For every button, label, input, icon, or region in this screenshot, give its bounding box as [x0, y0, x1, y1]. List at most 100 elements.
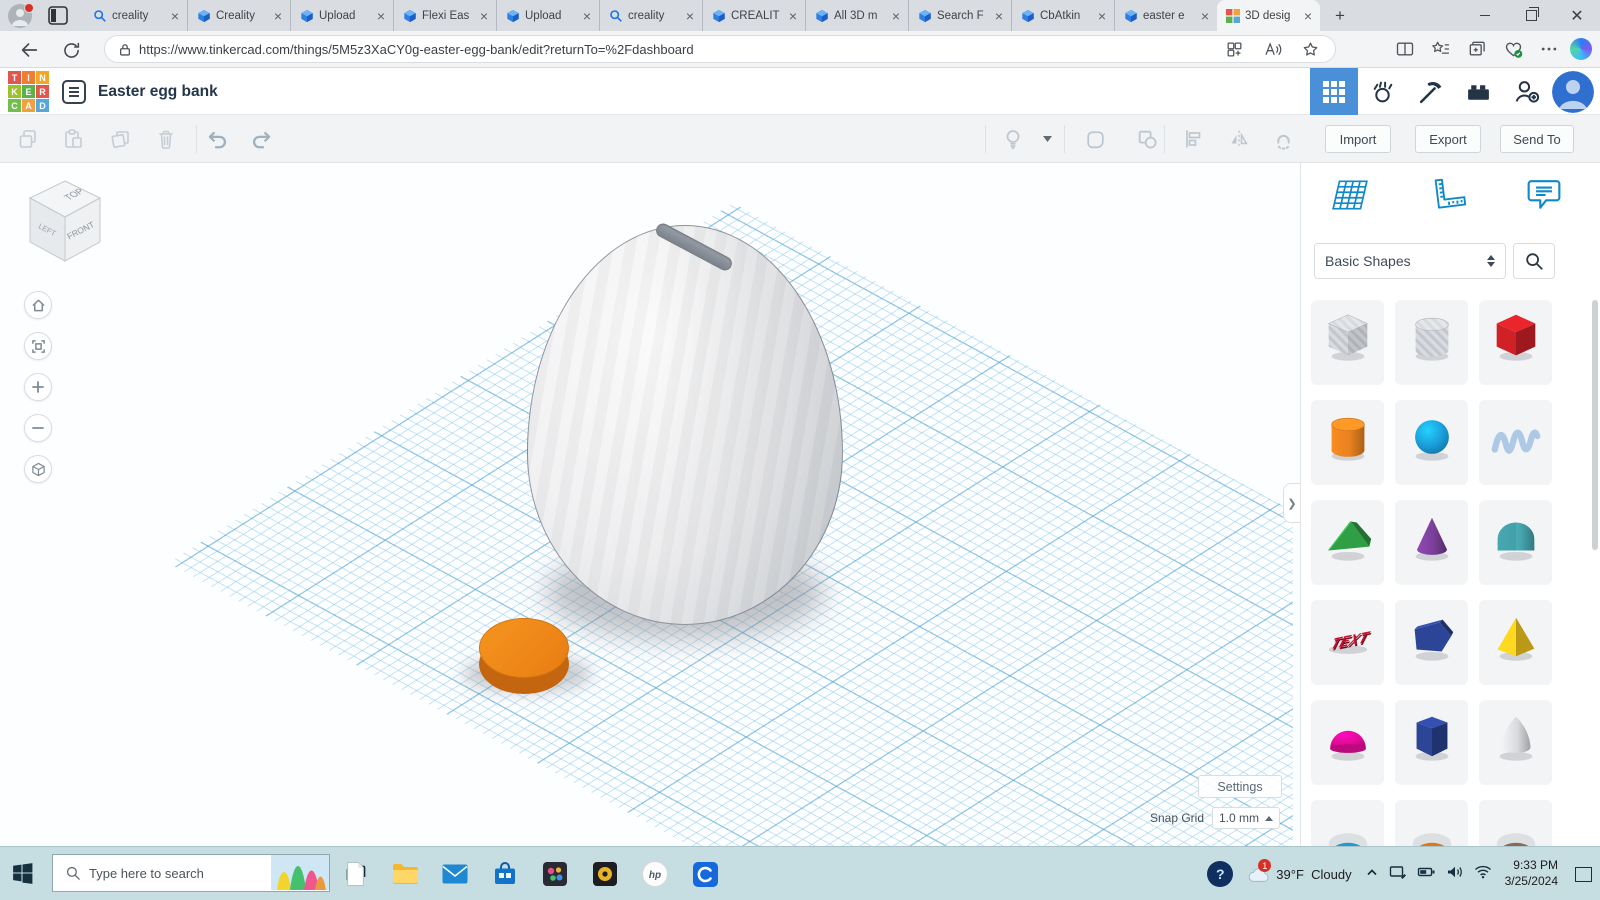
tab-close-icon[interactable]: ×: [580, 8, 594, 24]
ungroup-icon[interactable]: [1134, 126, 1160, 152]
shape-tile-hexagonal-prism[interactable]: [1395, 700, 1468, 785]
sim-lab-icon[interactable]: [1358, 68, 1406, 115]
shape-category-select[interactable]: Basic Shapes: [1314, 243, 1506, 279]
paste-icon[interactable]: [60, 126, 86, 152]
undo-icon[interactable]: [204, 126, 230, 152]
lock-icon[interactable]: [117, 41, 133, 58]
copy-icon[interactable]: [15, 126, 41, 152]
shape-tile-polygon[interactable]: [1395, 600, 1468, 685]
action-center-icon[interactable]: [1575, 867, 1592, 882]
taskbar-app-store[interactable]: [490, 857, 520, 891]
viewport-3d[interactable]: TOP LEFT FRONT ❯ Settings Snap Grid 1.0 …: [0, 163, 1300, 846]
settings-more-icon[interactable]: [1534, 35, 1564, 63]
settings-button[interactable]: Settings: [1198, 775, 1282, 798]
shape-tile-shape-partial-brown[interactable]: [1479, 800, 1552, 846]
taskbar-app-gallery[interactable]: [540, 857, 570, 891]
window-minimize-icon[interactable]: [1462, 0, 1508, 31]
lightbulb-dropdown-icon[interactable]: [1040, 126, 1054, 152]
tab-close-icon[interactable]: ×: [1198, 8, 1212, 24]
shape-tile-sphere[interactable]: [1395, 400, 1468, 485]
editor-3d-button[interactable]: [1310, 68, 1358, 115]
start-button-icon[interactable]: [10, 861, 35, 891]
read-aloud-icon[interactable]: [1257, 35, 1287, 63]
group-icon[interactable]: [1082, 126, 1108, 152]
shape-tile-roof[interactable]: [1311, 500, 1384, 585]
show-all-lightbulb-icon[interactable]: [1000, 126, 1026, 152]
browser-tab[interactable]: easter e×: [1114, 0, 1217, 31]
shape-search-button[interactable]: [1513, 243, 1555, 279]
magnet-snap-icon[interactable]: [1270, 126, 1296, 152]
zoom-out-button[interactable]: [24, 414, 52, 442]
align-icon[interactable]: [1180, 126, 1206, 152]
taskbar-app-creality[interactable]: [690, 857, 720, 891]
tab-actions-icon[interactable]: [48, 6, 68, 25]
browser-tab[interactable]: Search F×: [908, 0, 1011, 31]
shape-tile-pyramid[interactable]: [1479, 600, 1552, 685]
shape-tile-text[interactable]: TEXTTEXT: [1311, 600, 1384, 685]
user-avatar[interactable]: [1552, 71, 1594, 113]
tray-tablet-icon[interactable]: [1389, 864, 1407, 885]
tinkercad-logo[interactable]: TINKERCAD: [8, 71, 49, 112]
new-tab-button[interactable]: +: [1328, 4, 1352, 28]
shape-tile-transparent-box[interactable]: [1311, 300, 1384, 385]
workplane-tool-icon[interactable]: [1328, 175, 1372, 215]
tab-close-icon[interactable]: ×: [477, 8, 491, 24]
tab-close-icon[interactable]: ×: [992, 8, 1006, 24]
tab-close-icon[interactable]: ×: [1095, 8, 1109, 24]
workspaces-icon[interactable]: [1219, 35, 1249, 63]
url-text[interactable]: https://www.tinkercad.com/things/5M5z3Xa…: [139, 42, 1219, 57]
shape-tile-round-roof[interactable]: [1479, 500, 1552, 585]
taskbar-app-mail[interactable]: [440, 857, 470, 891]
favorite-star-icon[interactable]: [1295, 35, 1325, 63]
shape-tile-box[interactable]: [1479, 300, 1552, 385]
get-help-icon[interactable]: ?: [1207, 861, 1233, 887]
browser-essentials-icon[interactable]: [1498, 35, 1528, 63]
weather-widget[interactable]: 1 39°F Cloudy: [1246, 864, 1351, 884]
shape-tile-shape-partial-blue[interactable]: [1311, 800, 1384, 846]
mirror-flip-icon[interactable]: [1226, 126, 1252, 152]
browser-tab[interactable]: creality×: [599, 0, 702, 31]
coin-cylinder-shape[interactable]: [479, 618, 569, 680]
refresh-icon[interactable]: [58, 37, 84, 63]
taskbar-app-notepad[interactable]: [340, 857, 370, 891]
browser-tab[interactable]: Creality×: [187, 0, 290, 31]
tab-close-icon[interactable]: ×: [683, 8, 697, 24]
browser-tab[interactable]: All 3D m×: [805, 0, 908, 31]
split-screen-icon[interactable]: [1390, 35, 1420, 63]
tray-chevron-icon[interactable]: [1365, 865, 1379, 883]
delete-icon[interactable]: [153, 126, 179, 152]
tab-close-icon[interactable]: ×: [1301, 8, 1315, 24]
design-menu-icon[interactable]: [60, 78, 87, 105]
tray-wifi-icon[interactable]: [1474, 864, 1492, 884]
tray-speaker-icon[interactable]: [1446, 864, 1464, 885]
collections-icon[interactable]: [1462, 35, 1492, 63]
shape-tile-paraboloid[interactable]: [1479, 700, 1552, 785]
panel-scrollbar[interactable]: [1592, 300, 1598, 550]
taskbar-search-box[interactable]: Type here to search: [52, 854, 330, 892]
copilot-icon[interactable]: [1570, 38, 1592, 60]
taskbar-app-media[interactable]: [590, 857, 620, 891]
fit-view-button[interactable]: [24, 332, 52, 360]
shape-tile-half-sphere[interactable]: [1311, 700, 1384, 785]
browser-tab[interactable]: CbAtkin×: [1011, 0, 1114, 31]
tab-close-icon[interactable]: ×: [271, 8, 285, 24]
shape-tile-scribble[interactable]: [1479, 400, 1552, 485]
browser-tab[interactable]: Flexi Eas×: [393, 0, 496, 31]
back-icon[interactable]: [16, 37, 42, 63]
favorites-list-icon[interactable]: [1426, 35, 1456, 63]
taskbar-clock[interactable]: 9:33 PM 3/25/2024: [1505, 858, 1558, 889]
browser-tab[interactable]: 3D desig×: [1217, 0, 1320, 31]
export-button[interactable]: Export: [1415, 125, 1481, 153]
panel-collapse-handle[interactable]: ❯: [1283, 483, 1300, 523]
notes-tool-icon[interactable]: [1522, 175, 1566, 215]
browser-tab[interactable]: creality×: [84, 0, 187, 31]
search-highlights-image[interactable]: [271, 854, 329, 892]
snap-grid-select[interactable]: 1.0 mm: [1212, 807, 1280, 829]
taskbar-app-file-explorer[interactable]: [390, 857, 420, 891]
shape-tile-shape-partial-orange[interactable]: [1395, 800, 1468, 846]
taskbar-app-hp[interactable]: hp: [640, 857, 670, 891]
tab-close-icon[interactable]: ×: [889, 8, 903, 24]
bricks-icon[interactable]: [1454, 68, 1502, 115]
url-field[interactable]: https://www.tinkercad.com/things/5M5z3Xa…: [104, 35, 1336, 63]
design-title[interactable]: Easter egg bank: [98, 68, 218, 115]
